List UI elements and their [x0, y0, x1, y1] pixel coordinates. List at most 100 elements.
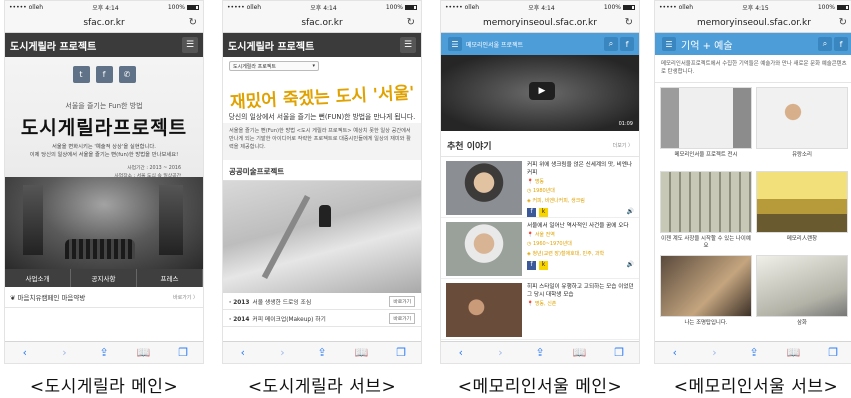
facebook-icon[interactable]: f: [95, 66, 113, 83]
list-item[interactable]: 히피 스타일이 유행하고 고되하는 모습 이었던 그 당시 대학생 모습 📍 명…: [441, 279, 639, 340]
tab-press[interactable]: 프레스: [137, 269, 203, 287]
story-meta: 📍 명동, 신촌: [527, 301, 557, 308]
story-title[interactable]: 서울에서 일어난 역사적인 사건을 꿈에 오다: [527, 222, 634, 230]
more-link[interactable]: 더보기 〉: [613, 142, 633, 149]
list-item[interactable]: 서울에서 일어난 역사적인 사건을 꿈에 오다 📍 서울 전역 ◷ 1960~1…: [441, 218, 639, 279]
site-logo[interactable]: 메모리인서울 프로젝트: [466, 40, 523, 49]
bookmarks-icon[interactable]: 📖: [135, 346, 153, 359]
video-player[interactable]: ▶ 01:09: [441, 55, 639, 131]
forward-icon[interactable]: ›: [55, 346, 73, 359]
back-icon[interactable]: ‹: [234, 346, 252, 359]
grid-card[interactable]: 유랑소리: [756, 87, 848, 171]
story-text: 서울에서 일어난 역사적인 사건을 꿈에 오다 📍 서울 전역 ◷ 1960~1…: [522, 222, 634, 274]
bookmarks-icon[interactable]: 📖: [571, 346, 589, 359]
tabs-icon[interactable]: ❐: [610, 346, 628, 359]
time: 오후 4:14: [310, 4, 337, 12]
story-text: 히피 스타일이 유행하고 고되하는 모습 이었던 그 당시 대학생 모습 📍 명…: [522, 283, 634, 335]
tabs-icon[interactable]: ❐: [174, 346, 192, 359]
reload-icon[interactable]: ↻: [189, 17, 197, 28]
card-image[interactable]: [756, 255, 848, 317]
share-icon[interactable]: ⇪: [745, 346, 763, 359]
browser-toolbar: ‹ › ⇪ 📖 ❐: [5, 341, 203, 363]
story-meta: ◷ 1960~1970년대: [527, 241, 572, 248]
forward-icon[interactable]: ›: [273, 346, 291, 359]
search-icon[interactable]: ⌕: [604, 37, 618, 51]
kakao-icon[interactable]: k: [539, 207, 548, 217]
search-icon[interactable]: ⌕: [818, 37, 832, 51]
list-item[interactable]: · 2013 서울 생생한 드로잉 조심 바로가기: [223, 293, 421, 310]
card-label[interactable]: 이젠 계도 사장을 시작할 수 있는 나이예요: [660, 233, 752, 250]
speaker-icon[interactable]: 🔊: [627, 208, 634, 217]
card-image[interactable]: [660, 255, 752, 317]
share-icon[interactable]: ⇪: [313, 346, 331, 359]
story-thumbnail[interactable]: [446, 161, 522, 215]
hamburger-menu-icon[interactable]: ☰: [448, 37, 462, 51]
share-icon[interactable]: ⇪: [531, 346, 549, 359]
go-button[interactable]: 바로가기: [389, 312, 415, 324]
list-item[interactable]: 커피 위에 생크림을 얹은 신세계의 맛, 비엔나 커피 📍 명동 ◷ 1980…: [441, 157, 639, 218]
url-bar[interactable]: memoryinseoul.sfac.or.kr ↻: [441, 13, 639, 33]
story-thumbnail[interactable]: [446, 222, 522, 276]
hamburger-menu-icon[interactable]: ☰: [400, 37, 416, 53]
kakao-icon[interactable]: k: [539, 260, 548, 270]
bookmarks-icon[interactable]: 📖: [353, 346, 371, 359]
site-title[interactable]: 도시게릴라 프로젝트: [10, 38, 96, 53]
facebook-icon[interactable]: f: [620, 37, 634, 51]
back-icon[interactable]: ‹: [452, 346, 470, 359]
card-image[interactable]: [660, 171, 752, 233]
card-image[interactable]: [660, 87, 752, 149]
play-icon[interactable]: ▶: [529, 82, 555, 100]
card-label[interactable]: 나는 조명탑입니다.: [660, 317, 752, 327]
campaign-row[interactable]: ❦ 마음치유캠페인 마음약방 바로가기 〉: [5, 287, 203, 308]
list-item-text: · 2014 커피 메이크업(Makeup) 하기: [229, 316, 326, 323]
reload-icon[interactable]: ↻: [407, 17, 415, 28]
forward-icon[interactable]: ›: [705, 346, 723, 359]
page-title: 기억 + 예술: [681, 40, 733, 52]
grid-card[interactable]: 메모리人랜창: [756, 171, 848, 255]
share-icon[interactable]: ⇪: [95, 346, 113, 359]
site-header: ☰ 기억 + 예술 ⌕ f: [655, 33, 851, 55]
card-label[interactable]: 메모리人랜창: [756, 233, 848, 243]
hamburger-menu-icon[interactable]: ☰: [182, 37, 198, 53]
time: 오후 4:14: [92, 4, 119, 12]
story-title[interactable]: 커피 위에 생크림을 얹은 신세계의 맛, 비엔나 커피: [527, 161, 634, 177]
card-label[interactable]: 삼화: [756, 317, 848, 327]
reload-icon[interactable]: ↻: [625, 17, 633, 28]
card-image[interactable]: [756, 171, 848, 233]
tab-about[interactable]: 사업소개: [5, 269, 71, 287]
story-thumbnail[interactable]: [446, 283, 522, 337]
site-title[interactable]: 도시게릴라 프로젝트: [228, 38, 314, 53]
card-label[interactable]: 유랑소리: [756, 149, 848, 159]
status-bar: ••••• olleh 오후 4:14 100%: [441, 1, 639, 13]
bookmarks-icon[interactable]: 📖: [785, 346, 803, 359]
tabs-icon[interactable]: ❐: [392, 346, 410, 359]
facebook-icon[interactable]: f: [834, 37, 848, 51]
card-image[interactable]: [756, 87, 848, 149]
grid-card[interactable]: 메모리인서울 프로젝트 전시: [660, 87, 752, 171]
twitter-icon[interactable]: t: [72, 66, 90, 83]
url-bar[interactable]: memoryinseoul.sfac.or.kr ↻: [655, 13, 851, 33]
story-text: 커피 위에 생크림을 얹은 신세계의 맛, 비엔나 커피 📍 명동 ◷ 1980…: [522, 161, 634, 217]
facebook-icon[interactable]: f: [527, 207, 536, 217]
speaker-icon[interactable]: 🔊: [627, 261, 634, 270]
facebook-icon[interactable]: f: [527, 260, 536, 270]
reload-icon[interactable]: ↻: [839, 17, 847, 28]
grid-card[interactable]: 이젠 계도 사장을 시작할 수 있는 나이예요: [660, 171, 752, 255]
phone-icon[interactable]: ✆: [118, 66, 136, 83]
story-title[interactable]: 히피 스타일이 유행하고 고되하는 모습 이었던 그 당시 대학생 모습: [527, 283, 634, 299]
back-icon[interactable]: ‹: [666, 346, 684, 359]
more-link[interactable]: 바로가기 〉: [173, 294, 198, 301]
section-select[interactable]: 도시게릴라 프로젝트 ▾: [229, 61, 319, 71]
hamburger-menu-icon[interactable]: ☰: [662, 37, 676, 51]
go-button[interactable]: 바로가기: [389, 295, 415, 307]
forward-icon[interactable]: ›: [491, 346, 509, 359]
url-bar[interactable]: sfac.or.kr ↻: [223, 13, 421, 33]
tabs-icon[interactable]: ❐: [824, 346, 842, 359]
list-item[interactable]: · 2014 커피 메이크업(Makeup) 하기 바로가기: [223, 310, 421, 327]
url-bar[interactable]: sfac.or.kr ↻: [5, 13, 203, 33]
back-icon[interactable]: ‹: [16, 346, 34, 359]
grid-card[interactable]: 나는 조명탑입니다.: [660, 255, 752, 339]
card-label[interactable]: 메모리인서울 프로젝트 전시: [660, 149, 752, 159]
tab-notice[interactable]: 공지사항: [71, 269, 137, 287]
grid-card[interactable]: 삼화: [756, 255, 848, 339]
